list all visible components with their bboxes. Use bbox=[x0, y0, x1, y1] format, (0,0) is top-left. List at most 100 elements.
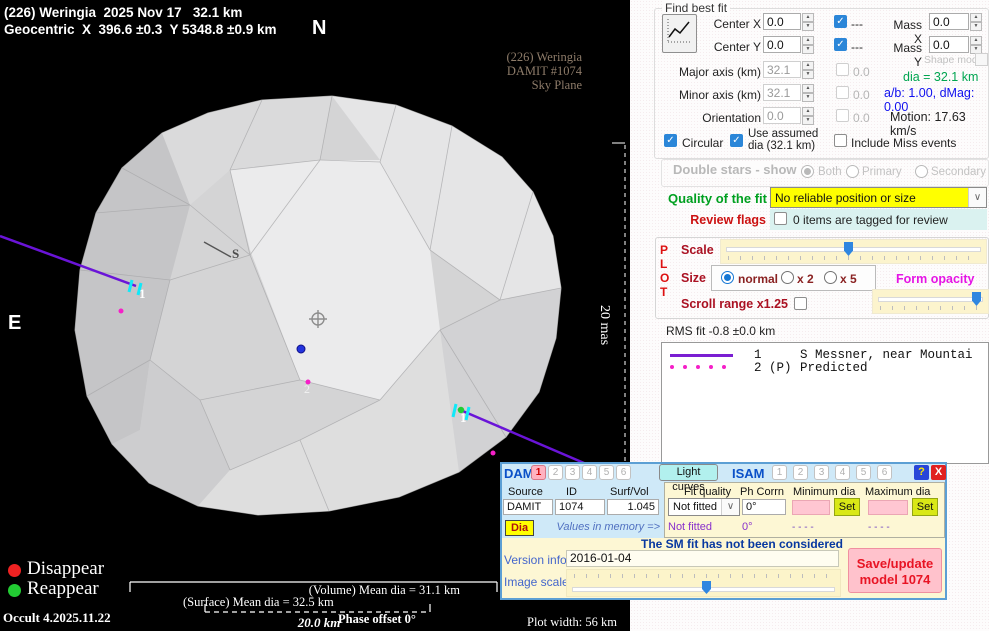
north-label: N bbox=[312, 17, 326, 40]
major-axis-label: Major axis (km) bbox=[660, 65, 761, 79]
scale-slider[interactable] bbox=[720, 239, 987, 264]
minor-axis-spinner[interactable]: ▲ ▼ bbox=[802, 84, 814, 102]
circular-label: Circular bbox=[682, 136, 723, 150]
review-flags-text: 0 items are tagged for review bbox=[793, 213, 948, 227]
spin-up-icon[interactable]: ▲ bbox=[802, 84, 814, 93]
image-scale-label: Image scale bbox=[504, 575, 569, 589]
plot-letter-p: P bbox=[660, 243, 668, 257]
maximum-dia-field[interactable] bbox=[868, 500, 908, 515]
mass-x-spinner[interactable]: ▲ ▼ bbox=[970, 13, 982, 31]
damit-tab-6[interactable]: 6 bbox=[616, 465, 631, 480]
minor-axis-checkbox[interactable] bbox=[836, 86, 849, 99]
image-scale-slider[interactable] bbox=[566, 569, 841, 597]
include-miss-checkbox[interactable] bbox=[834, 134, 847, 147]
source-field[interactable]: DAMIT bbox=[503, 499, 553, 515]
size-x2-radio[interactable] bbox=[781, 271, 794, 284]
center-x-checkbox[interactable]: ✓ bbox=[834, 15, 847, 28]
version-info-field[interactable]: 2016-01-04 bbox=[566, 550, 839, 567]
save-update-button[interactable]: Save/update model 1074 bbox=[848, 548, 942, 593]
scale-slider-thumb[interactable] bbox=[844, 242, 853, 256]
isam-tab-2[interactable]: 2 bbox=[793, 465, 808, 480]
review-flags-checkbox[interactable] bbox=[774, 212, 787, 225]
scroll-range-checkbox[interactable] bbox=[794, 297, 807, 310]
center-y-label: Center Y bbox=[705, 40, 761, 54]
quality-dropdown[interactable]: No reliable position or size ∨ bbox=[770, 187, 987, 208]
predicted-chord-label: 2 bbox=[304, 382, 310, 397]
surfvol-field[interactable]: 1.045 bbox=[607, 499, 659, 515]
spin-down-icon[interactable]: ▼ bbox=[802, 70, 814, 79]
center-y-checkbox[interactable]: ✓ bbox=[834, 38, 847, 51]
spin-up-icon[interactable]: ▲ bbox=[970, 13, 982, 22]
isam-tab-4[interactable]: 4 bbox=[835, 465, 850, 480]
set-max-button[interactable]: Set bbox=[912, 498, 938, 516]
plot-letter-l: L bbox=[660, 257, 667, 271]
image-scale-thumb[interactable] bbox=[702, 581, 711, 594]
help-button[interactable]: ? bbox=[914, 465, 929, 480]
id-field[interactable]: 1074 bbox=[555, 499, 605, 515]
fit-quality-dropdown[interactable]: Not fitted ∨ bbox=[668, 498, 740, 516]
orientation-checkbox[interactable] bbox=[836, 109, 849, 122]
spin-up-icon[interactable]: ▲ bbox=[802, 13, 814, 22]
dia-button[interactable]: Dia bbox=[505, 520, 534, 536]
chevron-down-icon[interactable]: ∨ bbox=[721, 499, 739, 515]
mass-x-input[interactable] bbox=[929, 13, 969, 30]
ph-corr-field[interactable]: 0° bbox=[742, 499, 786, 515]
isam-tab-5[interactable]: 5 bbox=[856, 465, 871, 480]
damit-tab-4[interactable]: 4 bbox=[582, 465, 597, 480]
memory-note: Values in memory => bbox=[537, 521, 660, 533]
minor-axis-alt: 0.0 bbox=[853, 88, 870, 102]
double-primary-radio[interactable] bbox=[846, 165, 859, 178]
damit-tab-5[interactable]: 5 bbox=[599, 465, 614, 480]
minor-axis-input[interactable] bbox=[763, 84, 801, 101]
damit-tab-3[interactable]: 3 bbox=[565, 465, 580, 480]
size-normal-radio[interactable] bbox=[721, 271, 734, 284]
mass-y-spinner[interactable]: ▲ ▼ bbox=[970, 36, 982, 54]
circular-checkbox[interactable]: ✓ bbox=[664, 134, 677, 147]
rms-fit-text: RMS fit -0.8 ±0.0 km bbox=[666, 324, 775, 338]
light-curves-button[interactable]: Light curves bbox=[659, 464, 718, 481]
disappear-label: Disappear bbox=[27, 558, 104, 580]
major-axis-input[interactable] bbox=[763, 61, 801, 78]
form-opacity-groove bbox=[878, 297, 983, 302]
form-opacity-thumb[interactable] bbox=[972, 292, 981, 306]
isam-tab-6[interactable]: 6 bbox=[877, 465, 892, 480]
spin-down-icon[interactable]: ▼ bbox=[802, 116, 814, 125]
minimum-dia-field[interactable] bbox=[792, 500, 830, 515]
damit-tab-2[interactable]: 2 bbox=[548, 465, 563, 480]
col-ph-corrn: Ph Corrn bbox=[740, 486, 784, 498]
orientation-spinner[interactable]: ▲ ▼ bbox=[802, 107, 814, 125]
best-fit-button[interactable] bbox=[662, 14, 697, 53]
spin-up-icon[interactable]: ▲ bbox=[802, 61, 814, 70]
spin-down-icon[interactable]: ▼ bbox=[970, 22, 982, 31]
damit-tab-1[interactable]: 1 bbox=[531, 465, 546, 480]
center-x-spinner[interactable]: ▲ ▼ bbox=[802, 13, 814, 31]
mass-y-input[interactable] bbox=[929, 36, 969, 53]
center-x-input[interactable] bbox=[763, 13, 801, 30]
spin-up-icon[interactable]: ▲ bbox=[802, 107, 814, 116]
double-secondary-radio[interactable] bbox=[915, 165, 928, 178]
form-opacity-slider[interactable] bbox=[872, 289, 989, 314]
chevron-down-icon[interactable]: ∨ bbox=[968, 188, 986, 207]
center-y-input[interactable] bbox=[763, 36, 801, 53]
shape-model-checkbox[interactable] bbox=[975, 53, 988, 66]
fit-quality-value: Not fitted bbox=[673, 501, 717, 513]
close-button[interactable]: X bbox=[931, 465, 946, 480]
orientation-input[interactable] bbox=[763, 107, 801, 124]
center-y-spinner[interactable]: ▲ ▼ bbox=[802, 36, 814, 54]
isam-tab-3[interactable]: 3 bbox=[814, 465, 829, 480]
size-x5-radio[interactable] bbox=[824, 271, 837, 284]
spin-down-icon[interactable]: ▼ bbox=[802, 45, 814, 54]
spin-up-icon[interactable]: ▲ bbox=[970, 36, 982, 45]
use-assumed-checkbox[interactable]: ✓ bbox=[730, 134, 743, 147]
major-axis-checkbox[interactable] bbox=[836, 63, 849, 76]
double-both-radio[interactable] bbox=[801, 165, 814, 178]
spin-up-icon[interactable]: ▲ bbox=[802, 36, 814, 45]
isam-tab-1[interactable]: 1 bbox=[772, 465, 787, 480]
legend-entry2-num: 2 (P) bbox=[754, 361, 792, 375]
review-flags-box: 0 items are tagged for review bbox=[770, 209, 987, 230]
spin-down-icon[interactable]: ▼ bbox=[802, 22, 814, 31]
spin-down-icon[interactable]: ▼ bbox=[802, 93, 814, 102]
check-icon: ✓ bbox=[665, 135, 676, 146]
major-axis-spinner[interactable]: ▲ ▼ bbox=[802, 61, 814, 79]
set-min-button[interactable]: Set bbox=[834, 498, 860, 516]
